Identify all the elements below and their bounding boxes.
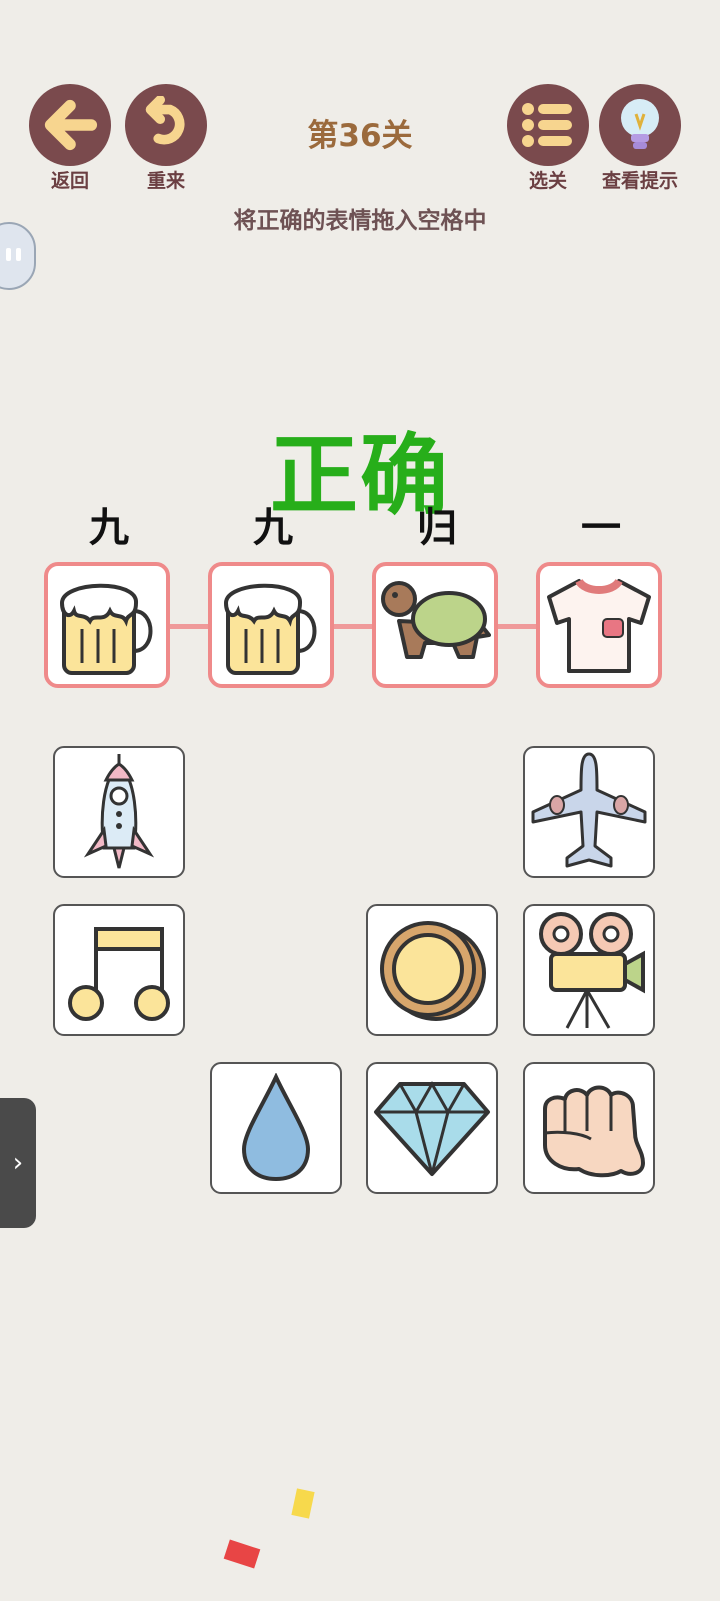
phrase-char-3: 归 (417, 505, 457, 551)
hint-label: 查看提示 (601, 170, 678, 192)
choice-tile-coin[interactable] (366, 904, 498, 1036)
music-note-icon (68, 927, 170, 1021)
back-arrow-icon (44, 99, 98, 151)
confetti-piece (223, 1539, 261, 1569)
turtle-icon (381, 581, 491, 659)
floating-assistant-handle[interactable] (0, 222, 36, 290)
select-level-button[interactable] (507, 84, 589, 166)
choice-tile-fist[interactable] (523, 1062, 655, 1194)
side-drawer-toggle[interactable]: › (0, 1098, 36, 1228)
slot-connector (170, 624, 210, 629)
list-icon (522, 103, 572, 147)
airplane-icon (531, 752, 647, 868)
confetti-piece (291, 1488, 315, 1519)
choice-tile-water-drop[interactable] (210, 1062, 342, 1194)
chevron-right-icon: › (12, 1148, 24, 1178)
coin-icon (380, 921, 486, 1021)
diamond-icon (374, 1080, 490, 1176)
choice-tile-airplane[interactable] (523, 746, 655, 878)
slot-connector (498, 624, 538, 629)
answer-slot-4[interactable] (536, 562, 662, 688)
restart-icon (145, 96, 185, 145)
phrase-char-1: 九 (89, 505, 129, 551)
choice-tile-movie-camera[interactable] (523, 904, 655, 1036)
slot-connector (334, 624, 374, 629)
choice-tile-rocket[interactable] (53, 746, 185, 878)
phrase-char-4: 一 (581, 505, 621, 551)
beer-mug-icon (223, 583, 317, 675)
fist-icon (543, 1085, 645, 1178)
restart-button[interactable] (125, 84, 207, 166)
choice-tile-diamond[interactable] (366, 1062, 498, 1194)
choice-tile-music-note[interactable] (53, 904, 185, 1036)
movie-camera-icon (539, 912, 645, 1029)
level-title: 第36关 (307, 118, 413, 154)
beer-mug-icon (59, 583, 153, 675)
phrase-char-2: 九 (253, 505, 293, 551)
back-button[interactable] (29, 84, 111, 166)
water-drop-icon (241, 1073, 311, 1182)
instruction-text: 将正确的表情拖入空格中 (233, 208, 487, 234)
answer-slot-2[interactable] (208, 562, 334, 688)
lightbulb-icon (621, 99, 659, 149)
restart-label: 重来 (146, 170, 185, 192)
back-label: 返回 (50, 170, 89, 192)
answer-slot-3[interactable] (372, 562, 498, 688)
rocket-icon (83, 754, 155, 869)
answer-slot-1[interactable] (44, 562, 170, 688)
hint-button[interactable] (599, 84, 681, 166)
tshirt-icon (547, 578, 651, 673)
